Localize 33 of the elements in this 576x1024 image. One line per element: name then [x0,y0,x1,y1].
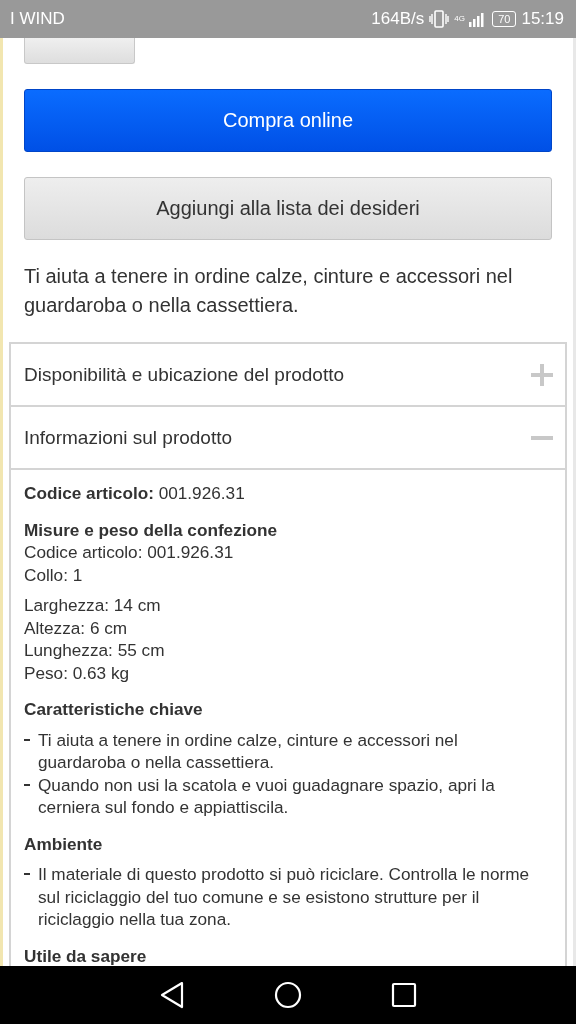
detail-line: Peso: 0.63 kg [24,661,131,684]
battery-level: 70 [492,11,517,27]
detail-line: Lunghezza: 55 cm [24,639,166,662]
bullet-text: Il materiale di questo prodotto si può riciclare. Controlla le norme sul riciclaggio del tuo comune e se esistono strutture per il riciclaggio nella tua zona. [38,863,531,931]
back-icon[interactable] [159,981,186,1009]
network-speed: 164B/s [371,9,425,29]
bullet-text: Ti aiuta a tenere in ordine calze, cinture e accessori nel guardaroba o nella cassettiera. [38,728,459,774]
section-heading: Misure e peso della confezione [24,518,279,541]
accordion-title: Informazioni sul prodotto [24,426,233,449]
bullet-dash-icon [24,873,30,876]
accordion-title: Disponibilità e ubicazione del prodotto [24,363,345,386]
home-icon[interactable] [274,981,302,1009]
detail-line: Altezza: 6 cm [24,616,129,639]
accordion-header[interactable]: Disponibilità e ubicazione del prodotto [11,342,565,405]
section-heading: Ambiente [24,832,104,855]
recents-icon[interactable] [390,982,417,1008]
item-code: Codice articolo: 001.926.31 [24,483,245,503]
clock: 15:19 [521,9,564,29]
detail-line: Codice articolo: 001.926.31 [24,541,235,564]
wishlist-button[interactable]: Aggiungi alla lista dei desideri [24,177,552,240]
network-type: 4G [454,15,465,23]
bullet-dash-icon [24,783,30,786]
detail-line: Larghezza: 14 cm [24,594,162,617]
section-heading: Caratteristiche chiave [24,698,204,721]
bullet-dash-icon [24,738,30,741]
bullet-text: Quando non usi la scatola e vuoi guadagnare spazio, apri la cerniera sul fondo e appiattiscila. [38,773,496,819]
detail-line: Collo: 1 [24,563,84,586]
section-heading: Utile da sapere [24,944,148,966]
accordion-header[interactable]: Informazioni sul prodotto [11,405,565,468]
buy-online-button[interactable]: Compra online [24,89,552,152]
carrier-name: I WIND [10,9,65,29]
vibrate-icon [429,10,450,28]
product-summary: Ti aiuta a tenere in ordine calze, cinture e accessori nel guardaroba o nella cassettiera. [24,264,514,318]
